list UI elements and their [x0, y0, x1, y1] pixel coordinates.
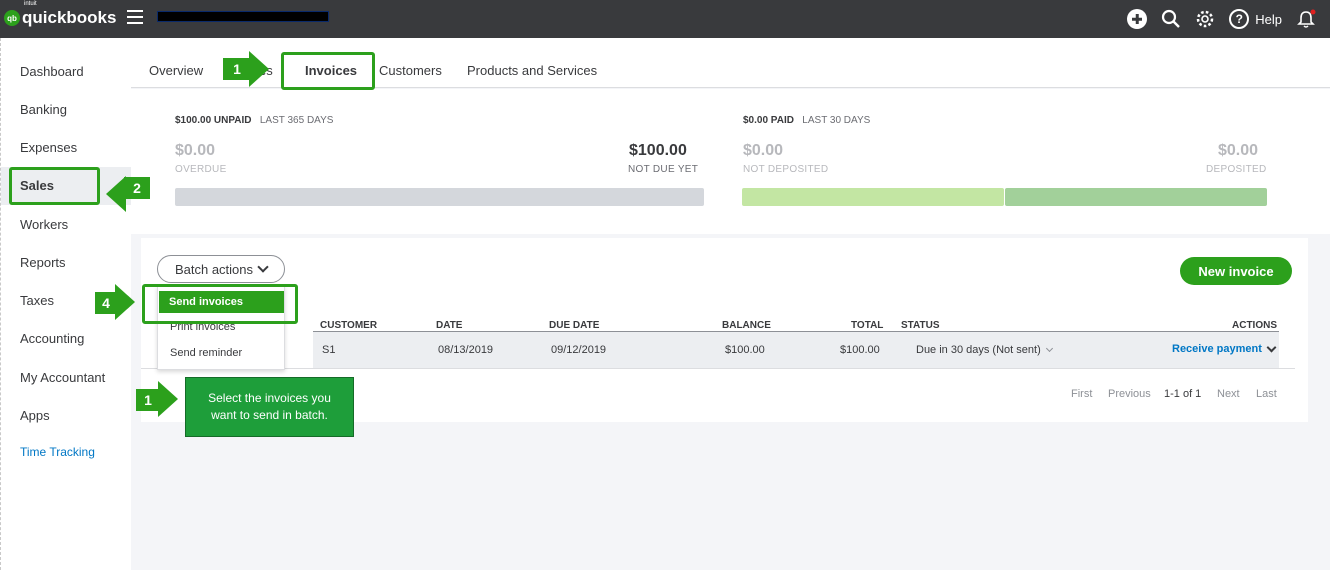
step-1-arrow-select: [158, 381, 178, 417]
not-due-label: NOT DUE YET: [628, 164, 699, 175]
overdue-label: OVERDUE: [175, 164, 227, 175]
sidebar-item-expenses[interactable]: Expenses: [20, 140, 77, 155]
cell-balance: $100.00: [725, 344, 765, 356]
qb-logo-icon: qb: [4, 10, 20, 26]
help-icon: ?: [1229, 9, 1250, 29]
tab-customers[interactable]: Customers: [379, 63, 442, 78]
note-line-1: Select the invoices you: [208, 391, 331, 405]
receive-payment-button[interactable]: Receive payment: [1172, 342, 1277, 355]
step-1-arrow-tabs: [249, 51, 269, 87]
top-icons: ? Help: [1127, 6, 1316, 32]
column-header-status[interactable]: STATUS: [901, 320, 940, 331]
column-header-due-date[interactable]: DUE DATE: [549, 320, 599, 331]
unpaid-header: $100.00 UNPAID LAST 365 DAYS: [175, 115, 333, 126]
unpaid-bar[interactable]: [175, 188, 704, 206]
not-due-amount: $100.00: [629, 142, 687, 159]
not-deposited-bar[interactable]: [742, 188, 1004, 206]
send-invoices-highlight: [142, 284, 298, 324]
help-button[interactable]: ? Help: [1229, 9, 1282, 29]
instruction-note: Select the invoices you want to send in …: [185, 377, 354, 437]
menu-item-send-reminder[interactable]: Send reminder: [170, 347, 242, 359]
help-label: Help: [1255, 11, 1282, 27]
sales-highlight: [9, 167, 100, 205]
step-4-badge: 4: [95, 292, 117, 314]
tab-overview[interactable]: Overview: [149, 63, 203, 78]
money-bar-summary: $100.00 UNPAID LAST 365 DAYS $0.00 OVERD…: [131, 89, 1330, 234]
deposited-label: DEPOSITED: [1206, 164, 1267, 175]
chevron-down-icon: [1045, 344, 1053, 353]
top-bar: qb intuit quickbooks ? Help: [0, 0, 1330, 38]
sidebar-item-my-accountant[interactable]: My Accountant: [20, 370, 105, 385]
sidebar-item-banking[interactable]: Banking: [20, 102, 67, 117]
sidebar-item-reports[interactable]: Reports: [20, 255, 66, 270]
step-1-badge-tabs: 1: [223, 58, 251, 80]
chevron-down-icon[interactable]: [1266, 342, 1277, 352]
step-2-badge: 2: [124, 177, 150, 199]
column-header-total[interactable]: TOTAL: [851, 320, 883, 331]
paid-header: $0.00 PAID LAST 30 DAYS: [743, 115, 870, 126]
overdue-amount: $0.00: [175, 142, 216, 159]
batch-actions-label: Batch actions: [174, 261, 254, 277]
plus-icon[interactable]: [1127, 9, 1148, 29]
chevron-down-icon: [257, 261, 269, 273]
pager-next[interactable]: Next: [1217, 388, 1240, 400]
paid-total: $0.00 PAID: [743, 115, 794, 126]
pager-first[interactable]: First: [1071, 388, 1092, 400]
cell-date: 08/13/2019: [438, 344, 494, 356]
sidebar-item-workers[interactable]: Workers: [20, 217, 68, 232]
gear-icon[interactable]: [1195, 9, 1215, 29]
new-invoice-button[interactable]: New invoice: [1180, 257, 1292, 285]
receive-payment-label: Receive payment: [1172, 343, 1262, 355]
sidebar-item-taxes[interactable]: Taxes: [20, 293, 54, 308]
cell-status[interactable]: Due in 30 days (Not sent): [916, 344, 1053, 356]
step-2-arrow: [106, 176, 126, 212]
status-text: Due in 30 days (Not sent): [916, 344, 1041, 356]
unpaid-total: $100.00 UNPAID: [175, 115, 252, 126]
pager-previous[interactable]: Previous: [1108, 388, 1151, 400]
column-header-balance[interactable]: BALANCE: [722, 320, 771, 331]
sidebar-item-apps[interactable]: Apps: [20, 408, 50, 423]
table-row-divider: [141, 368, 1295, 369]
step-1-badge-select: 1: [136, 389, 160, 411]
column-header-customer[interactable]: CUSTOMER: [320, 320, 377, 331]
step-4-arrow: [115, 284, 135, 320]
search-icon[interactable]: [1161, 9, 1181, 29]
unpaid-period: LAST 365 DAYS: [259, 115, 334, 126]
deposited-amount: $0.00: [1218, 142, 1259, 159]
logo-text: intuit quickbooks: [22, 1, 117, 28]
pager-range: 1-1 of 1: [1164, 388, 1202, 400]
sidebar-item-accounting[interactable]: Accounting: [20, 331, 84, 346]
logo-intuit-text: intuit: [24, 1, 37, 7]
redacted-company-name: [157, 11, 329, 22]
invoices-tab-highlight: [281, 52, 375, 90]
sidebar-item-dashboard[interactable]: Dashboard: [20, 64, 84, 79]
tab-products-and-services[interactable]: Products and Services: [467, 63, 597, 78]
sidebar-item-time-tracking[interactable]: Time Tracking: [20, 445, 95, 459]
cell-total: $100.00: [840, 344, 880, 356]
column-header-actions: ACTIONS: [1232, 320, 1277, 331]
batch-actions-button[interactable]: Batch actions: [157, 255, 285, 283]
quickbooks-logo[interactable]: qb intuit quickbooks: [4, 1, 117, 30]
note-line-2: want to send in batch.: [211, 408, 328, 422]
deposited-bar[interactable]: [1005, 188, 1267, 206]
cell-customer: S1: [322, 344, 336, 356]
not-deposited-label: NOT DEPOSITED: [743, 164, 829, 175]
bell-icon[interactable]: [1296, 9, 1316, 29]
paid-period: LAST 30 DAYS: [802, 115, 871, 126]
logo-wordmark: quickbooks: [22, 8, 117, 27]
pager-last[interactable]: Last: [1256, 388, 1277, 400]
not-deposited-amount: $0.00: [743, 142, 784, 159]
hamburger-menu-icon[interactable]: [127, 10, 143, 26]
column-header-date[interactable]: DATE: [436, 320, 462, 331]
cell-due-date: 09/12/2019: [551, 344, 607, 356]
